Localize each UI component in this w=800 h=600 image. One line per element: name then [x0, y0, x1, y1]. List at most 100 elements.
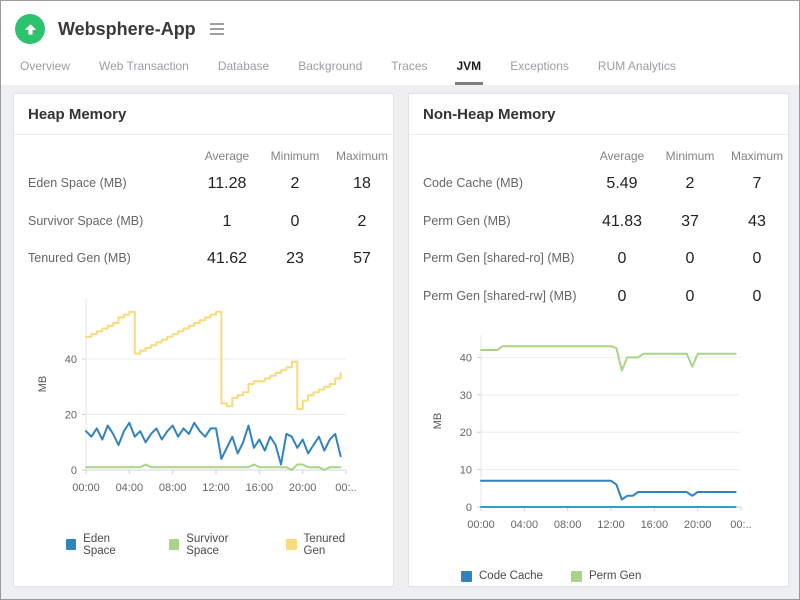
tab-exceptions[interactable]: Exceptions [508, 59, 571, 85]
legend-item-code-cache[interactable]: Code Cache [461, 570, 543, 582]
legend-item-tenured-gen[interactable]: Tenured Gen [286, 533, 365, 557]
heap-metrics-table: Average Minimum Maximum Eden Space (MB) 11.2… [14, 135, 393, 278]
dashboard-content: Heap Memory Average Minimum Maximum Eden Sp… [1, 85, 799, 599]
svg-text:MB: MB [432, 413, 444, 430]
svg-text:08:00: 08:00 [554, 519, 582, 531]
svg-text:04:00: 04:00 [511, 519, 539, 531]
metric-label: Tenured Gen (MB) [28, 251, 131, 266]
metric-maximum: 7 [752, 175, 762, 192]
svg-text:20:00: 20:00 [684, 519, 712, 531]
series-line-tenured-gen [85, 310, 342, 410]
non-heap-metrics-table: Average Minimum Maximum Code Cache (MB) 5.49… [409, 135, 788, 316]
hamburger-menu-icon[interactable] [207, 20, 227, 38]
metric-average: 41.83 [601, 212, 643, 230]
legend-label: Code Cache [479, 570, 543, 583]
app-title-row: Websphere-App [15, 10, 785, 48]
table-row: Perm Gen [shared-ro] (MB) 0 0 0 [423, 240, 788, 278]
metric-maximum: 0 [752, 250, 762, 268]
svg-text:00:00: 00:00 [72, 482, 100, 494]
table-row: Perm Gen [shared-rw] (MB) 0 0 0 [423, 278, 788, 316]
metric-minimum: 2 [685, 175, 695, 192]
svg-text:MB: MB [37, 376, 49, 393]
svg-text:10: 10 [460, 465, 472, 477]
app-window: Websphere-App Overview Web Transaction Dat… [0, 0, 800, 600]
metric-average: 41.62 [206, 250, 248, 268]
metric-label: Code Cache (MB) [423, 176, 524, 190]
non-heap-memory-chart[interactable]: 0 10 20 30 40 00:00 04:00 08:00 12:00 16:00 20:00 0… [409, 327, 761, 533]
tab-rum-analytics[interactable]: RUM Analytics [596, 59, 678, 85]
heap-memory-panel: Heap Memory Average Minimum Maximum Eden Sp… [13, 93, 394, 587]
svg-text:00:..: 00:.. [335, 482, 356, 494]
column-header-maximum: Maximum [335, 149, 388, 163]
metric-minimum: 0 [685, 250, 695, 268]
svg-text:20: 20 [460, 428, 472, 440]
table-header-row: Average Minimum Maximum [28, 143, 393, 165]
svg-text:40: 40 [460, 353, 472, 365]
table-row: Survivor Space (MB) 1 0 2 [28, 203, 393, 241]
table-header-row: Average Minimum Maximum [423, 143, 788, 165]
tab-traces[interactable]: Traces [389, 59, 429, 85]
non-heap-memory-panel: Non-Heap Memory Average Minimum Maximum Cod… [408, 93, 789, 587]
legend-swatch [66, 539, 77, 551]
legend-row: Code Cache Perm Gen [461, 570, 788, 582]
svg-text:30: 30 [460, 390, 472, 402]
metric-minimum: 2 [290, 175, 300, 192]
tab-web-transaction[interactable]: Web Transaction [97, 59, 191, 85]
non-heap-chart-legend: Code CachePerm GenPerm Gen [shared-ro]Pe… [409, 570, 788, 586]
tab-database[interactable]: Database [216, 59, 271, 85]
panel-title: Heap Memory [28, 106, 127, 123]
svg-text:40: 40 [65, 354, 77, 366]
tab-bar: Overview Web Transaction Database Backgroun… [15, 48, 785, 85]
svg-text:00:..: 00:.. [730, 519, 751, 531]
metric-maximum: 0 [752, 287, 762, 305]
series-line-eden-space [85, 421, 342, 466]
column-header-minimum: Minimum [270, 149, 320, 163]
legend-item-survivor-space[interactable]: Survivor Space [169, 533, 258, 557]
svg-text:16:00: 16:00 [246, 482, 274, 494]
svg-text:20:00: 20:00 [289, 482, 317, 494]
metric-maximum: 2 [357, 212, 367, 230]
up-arrow-icon [24, 23, 36, 35]
heap-memory-chart[interactable]: 0 20 40 00:00 04:00 08:00 12:00 16:00 20:00 00:..… [14, 290, 366, 496]
svg-text:20: 20 [65, 409, 77, 421]
legend-swatch [169, 539, 180, 551]
metric-average: 5.49 [606, 175, 638, 192]
svg-text:08:00: 08:00 [159, 482, 187, 494]
metric-minimum: 0 [290, 212, 300, 230]
series-line-survivor-space [85, 463, 342, 471]
svg-text:12:00: 12:00 [202, 482, 230, 494]
legend-label: Eden Space [83, 532, 116, 557]
legend-item-perm-gen[interactable]: Perm Gen [570, 570, 642, 583]
panel-title: Non-Heap Memory [423, 106, 556, 123]
legend-label: Survivor Space [186, 532, 229, 557]
metric-label: Perm Gen [shared-ro] (MB) [423, 251, 575, 266]
series-line-code-cache [480, 480, 737, 501]
metric-maximum: 43 [748, 212, 766, 230]
metric-maximum: 57 [353, 250, 371, 268]
metric-label: Eden Space (MB) [28, 176, 127, 190]
metric-label: Survivor Space (MB) [28, 213, 144, 228]
metric-label: Perm Gen [shared-rw] (MB) [423, 288, 577, 303]
svg-text:16:00: 16:00 [641, 519, 669, 531]
svg-text:04:00: 04:00 [116, 482, 144, 494]
legend-item-eden-space[interactable]: Eden Space [66, 533, 141, 557]
app-status-icon [15, 14, 45, 44]
legend-label: Perm Gen [588, 570, 642, 583]
tab-background[interactable]: Background [296, 59, 364, 85]
svg-text:00:00: 00:00 [467, 519, 495, 531]
tab-overview[interactable]: Overview [18, 59, 72, 85]
legend-swatch [461, 570, 472, 582]
table-row: Tenured Gen (MB) 41.62 23 57 [28, 240, 393, 278]
metric-average: 0 [617, 287, 627, 305]
metric-minimum: 0 [685, 287, 695, 305]
metric-minimum: 37 [681, 212, 699, 230]
app-title: Websphere-App [58, 18, 196, 39]
legend-swatch [286, 539, 297, 551]
svg-text:0: 0 [466, 502, 472, 514]
metric-minimum: 23 [286, 250, 304, 268]
svg-text:12:00: 12:00 [597, 519, 625, 531]
table-row: Code Cache (MB) 5.49 2 7 [423, 165, 788, 203]
tab-jvm[interactable]: JVM [454, 59, 484, 85]
legend-swatch [570, 570, 582, 582]
table-row: Perm Gen (MB) 41.83 37 43 [423, 203, 788, 241]
